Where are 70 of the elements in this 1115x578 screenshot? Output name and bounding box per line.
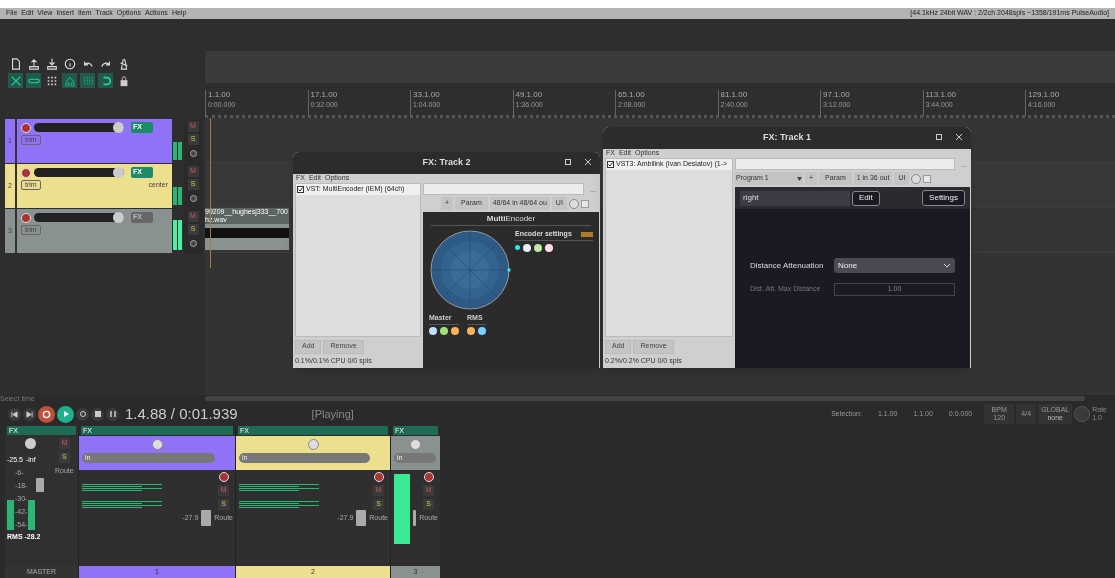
dropdown-value: None <box>838 259 858 272</box>
name-field[interactable]: right <box>740 190 850 206</box>
volume-fader[interactable] <box>36 477 45 492</box>
skip-back-icon[interactable] <box>8 407 21 421</box>
pan-knob[interactable] <box>24 438 36 449</box>
volume-knob[interactable] <box>113 212 124 223</box>
volume-fader[interactable] <box>201 510 212 526</box>
preset-field[interactable] <box>735 158 955 170</box>
record-arm-button[interactable] <box>423 472 434 482</box>
track-name-field[interactable] <box>34 168 124 177</box>
ruler-bar-label: 81.1.00 <box>720 90 748 100</box>
upload-icon[interactable] <box>26 56 41 71</box>
caret-icon <box>797 176 802 181</box>
link-icon[interactable] <box>26 73 41 88</box>
import-button[interactable] <box>581 231 593 237</box>
record-arm-button[interactable] <box>21 122 31 133</box>
window-title: FX: Track 2 <box>422 156 471 170</box>
level-meter <box>28 499 36 530</box>
ruler-bar-label: 129.1.00 <box>1028 90 1060 100</box>
play-icon <box>61 410 70 418</box>
track-name-field[interactable] <box>34 123 124 132</box>
play-button[interactable] <box>57 405 74 423</box>
info-icon[interactable] <box>62 56 77 71</box>
phase-button[interactable] <box>189 240 197 247</box>
settings-button[interactable]: Settings <box>922 190 965 206</box>
preset-field[interactable] <box>423 183 584 195</box>
skip-forward-icon[interactable] <box>23 407 36 421</box>
window-title: FX: Track 1 <box>763 131 811 145</box>
ruler-bar-label: 65.1.00 <box>618 90 646 100</box>
download-icon[interactable] <box>44 56 59 71</box>
track-name-field[interactable] <box>34 213 124 222</box>
record-arm-button[interactable] <box>373 472 384 482</box>
level-meter <box>7 499 14 530</box>
stop-icon[interactable] <box>91 407 104 421</box>
play-state-text: [Playing] <box>311 406 354 422</box>
ruler-bar-label: 1.1.00 <box>208 90 232 100</box>
level-meter <box>394 474 410 544</box>
maximize-icon[interactable] <box>935 133 943 141</box>
repeat-icon[interactable] <box>76 407 89 421</box>
ruler-bar-label: 49.1.00 <box>515 90 543 100</box>
ruler-bar-label: 17.1.00 <box>310 90 338 100</box>
record-arm-button[interactable] <box>21 212 31 223</box>
phase-button[interactable] <box>189 195 197 202</box>
ruler-bar-label: 113.1.00 <box>925 90 957 100</box>
record-button[interactable] <box>38 405 55 423</box>
volume-fader[interactable] <box>356 510 367 526</box>
ruler-bar-label: 33.1.00 <box>413 90 441 100</box>
crossfade-icon[interactable] <box>8 73 23 88</box>
dropdown[interactable]: None <box>834 258 955 273</box>
checkbox[interactable] <box>297 185 304 193</box>
ruler-bar-label: 97.1.00 <box>823 90 851 100</box>
magnet-icon[interactable] <box>98 73 113 88</box>
field-label: Distance Attenuation <box>750 259 825 272</box>
volume-knob[interactable] <box>113 167 124 178</box>
close-icon[interactable] <box>955 133 963 141</box>
record-arm-button[interactable] <box>218 472 229 482</box>
edit-button[interactable]: Edit <box>852 190 880 206</box>
checkbox[interactable] <box>607 160 614 168</box>
record-arm-button[interactable] <box>21 167 31 178</box>
plugin-title: MultiEncoder <box>486 212 536 225</box>
close-icon[interactable] <box>584 158 592 166</box>
phase-button[interactable] <box>189 150 197 157</box>
volume-fader[interactable] <box>413 510 417 526</box>
time-display: 1.4.88 / 0:01.939 <box>125 403 238 424</box>
volume-knob[interactable] <box>113 122 124 133</box>
maximize-icon[interactable] <box>564 158 572 166</box>
horizontal-scrollbar[interactable] <box>205 396 1085 401</box>
chevron-icon <box>943 263 951 268</box>
record-icon <box>42 409 51 419</box>
pause-icon[interactable] <box>106 407 119 421</box>
